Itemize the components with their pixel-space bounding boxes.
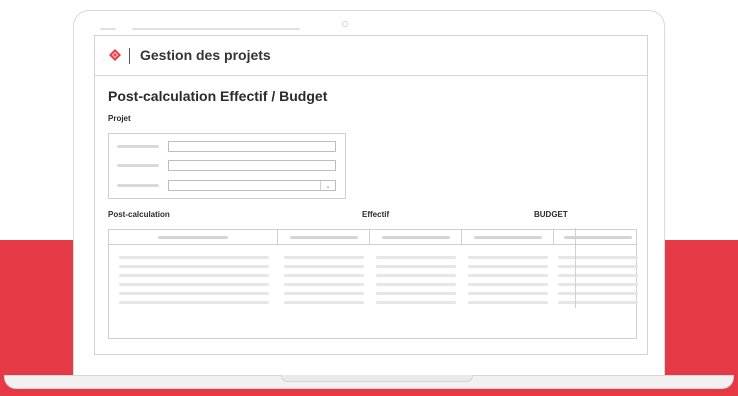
table-row-placeholder bbox=[558, 283, 638, 286]
budget-label: BUDGET bbox=[534, 210, 568, 219]
project-select[interactable]: ⌄ bbox=[168, 180, 336, 191]
table-row-placeholder bbox=[376, 265, 456, 268]
table-row-placeholder bbox=[376, 256, 456, 259]
table-row-placeholder bbox=[468, 256, 548, 259]
table-row-placeholder bbox=[376, 274, 456, 277]
table-row-placeholder bbox=[284, 292, 364, 295]
app-screen: Gestion des projets Post-calculation Eff… bbox=[94, 35, 648, 355]
field-label-placeholder bbox=[117, 164, 159, 167]
table-row-placeholder bbox=[119, 283, 269, 286]
table-row-placeholder bbox=[468, 292, 548, 295]
table-row-placeholder bbox=[284, 256, 364, 259]
table-row-placeholder bbox=[119, 265, 269, 268]
table-row-placeholder bbox=[284, 265, 364, 268]
page-title: Post-calculation Effectif / Budget bbox=[108, 88, 328, 104]
table-row-placeholder bbox=[558, 292, 638, 295]
table-row-placeholder bbox=[284, 283, 364, 286]
post-calculation-label: Post-calculation bbox=[108, 210, 170, 219]
chevron-down-icon[interactable]: ⌄ bbox=[320, 181, 335, 190]
app-title: Gestion des projets bbox=[140, 47, 271, 63]
column-header[interactable] bbox=[462, 230, 554, 244]
table-row-placeholder bbox=[468, 301, 548, 304]
table-row-placeholder bbox=[284, 274, 364, 277]
laptop-base-notch bbox=[281, 375, 473, 382]
column-header[interactable] bbox=[554, 230, 636, 244]
table-row-placeholder bbox=[468, 265, 548, 268]
table-row-placeholder bbox=[558, 274, 638, 277]
effectif-label: Effectif bbox=[362, 210, 390, 219]
app-header: Gestion des projets bbox=[95, 36, 647, 76]
diamond-logo-icon bbox=[109, 49, 121, 61]
table-row-placeholder bbox=[376, 301, 456, 304]
header-separator bbox=[129, 48, 130, 64]
column-header[interactable] bbox=[370, 230, 462, 244]
post-calculation-table bbox=[108, 229, 638, 339]
table-row-placeholder bbox=[558, 301, 638, 304]
table-row-placeholder bbox=[119, 256, 269, 259]
lid-decor-line bbox=[132, 28, 300, 30]
table-row-placeholder bbox=[558, 256, 638, 259]
lid-decor-line bbox=[100, 28, 116, 30]
table-row-placeholder bbox=[558, 265, 638, 268]
column-header[interactable] bbox=[278, 230, 370, 244]
project-field-2[interactable] bbox=[168, 160, 336, 171]
project-form: ⌄ bbox=[108, 133, 346, 199]
field-label-placeholder bbox=[117, 145, 159, 148]
scrollbar[interactable] bbox=[575, 228, 576, 308]
project-section-label: Projet bbox=[108, 114, 131, 123]
camera-icon bbox=[342, 21, 348, 27]
table-row-placeholder bbox=[284, 301, 364, 304]
table-row-placeholder bbox=[119, 274, 269, 277]
table-row-placeholder bbox=[376, 292, 456, 295]
table-row-placeholder bbox=[468, 283, 548, 286]
table-header bbox=[109, 230, 636, 245]
table-row-placeholder bbox=[119, 301, 269, 304]
table-row-placeholder bbox=[376, 283, 456, 286]
table-row-placeholder bbox=[468, 274, 548, 277]
field-label-placeholder bbox=[117, 184, 159, 187]
project-field-1[interactable] bbox=[168, 141, 336, 152]
table-row-placeholder bbox=[119, 292, 269, 295]
column-header[interactable] bbox=[109, 230, 278, 244]
